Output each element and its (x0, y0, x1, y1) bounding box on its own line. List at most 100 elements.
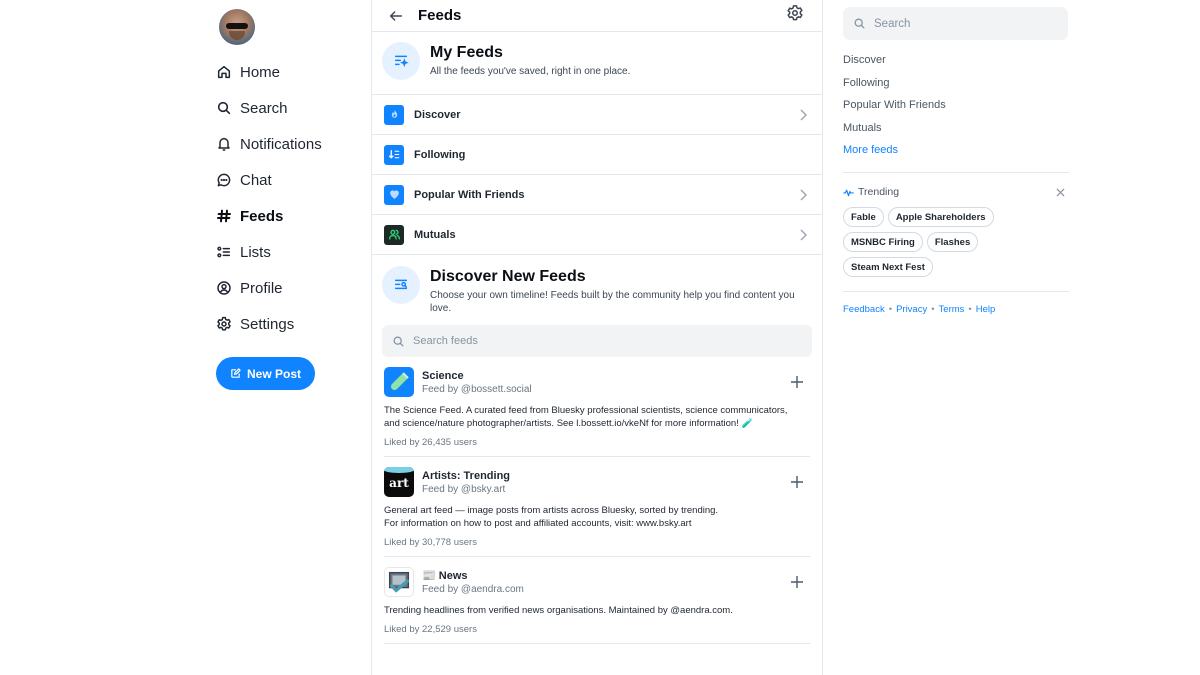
nav-item-profile[interactable]: Profile (216, 274, 283, 302)
footer-link-feedback[interactable]: Feedback (843, 304, 885, 315)
feed-row-mutuals[interactable]: Mutuals (372, 215, 822, 255)
discover-new-feeds-section: Discover New Feeds Choose your own timel… (372, 255, 822, 644)
trending-header: Trending (843, 186, 899, 198)
avatar[interactable] (219, 9, 255, 45)
close-icon[interactable] (1056, 188, 1065, 197)
trending-chip[interactable]: Fable (843, 207, 884, 227)
my-feeds-title: My Feeds (430, 44, 503, 61)
trending-label: Trending (858, 186, 900, 198)
back-arrow-icon[interactable] (388, 8, 404, 24)
feed-card-name: Science (422, 369, 464, 382)
right-link-following[interactable]: Following (843, 77, 889, 89)
feed-card-artists-trending[interactable]: art Artists: Trending Feed by @bsky.art … (384, 457, 810, 557)
search-placeholder: Search (874, 17, 911, 30)
divider (843, 291, 1069, 292)
footer-link-terms[interactable]: Terms (939, 304, 965, 315)
add-feed-icon[interactable] (790, 575, 804, 589)
right-link-popular[interactable]: Popular With Friends (843, 99, 946, 111)
feed-name: Following (414, 148, 466, 161)
trending-icon (843, 189, 854, 196)
feed-name: Mutuals (414, 228, 456, 241)
footer-links: Feedback • Privacy • Terms • Help (843, 304, 995, 315)
nav-item-chat[interactable]: Chat (216, 166, 272, 194)
avatar-glasses (226, 23, 248, 29)
divider (843, 172, 1069, 173)
trending-topics: Fable Apple Shareholders MSNBC Firing Fl… (843, 207, 1069, 277)
header: Feeds (372, 0, 822, 32)
my-feeds-icon (382, 42, 420, 80)
feeds-column: Feeds My Feeds All the feeds you've save… (371, 0, 823, 675)
settings-gear-icon[interactable] (786, 4, 804, 22)
nav-label: Chat (240, 171, 272, 189)
page-title: Feeds (418, 7, 462, 24)
feed-card-likes: Liked by 22,529 users (384, 624, 477, 635)
nav-item-home[interactable]: Home (216, 58, 280, 86)
feed-card-science[interactable]: Science Feed by @bossett.social The Scie… (384, 357, 810, 457)
right-link-mutuals[interactable]: Mutuals (843, 122, 882, 134)
new-post-label: New Post (246, 366, 301, 381)
feed-card-author[interactable]: Feed by @aendra.com (422, 583, 524, 596)
compose-icon (231, 368, 241, 378)
feed-row-following[interactable]: Following (372, 135, 822, 175)
footer-separator: • (968, 304, 972, 315)
search-feeds-placeholder: Search feeds (413, 335, 478, 347)
nav-label: Feeds (240, 207, 284, 225)
feed-card-likes: Liked by 30,778 users (384, 537, 477, 548)
footer-link-help[interactable]: Help (976, 304, 996, 315)
art-avatar-text: art (389, 476, 409, 490)
search-input[interactable]: Search (843, 7, 1068, 40)
chevron-right-icon (800, 189, 807, 201)
footer-link-privacy[interactable]: Privacy (896, 304, 927, 315)
feed-name: Popular With Friends (414, 188, 525, 201)
feed-row-discover[interactable]: Discover (372, 95, 822, 135)
search-icon (854, 18, 865, 29)
nav-item-feeds[interactable]: Feeds (216, 202, 283, 230)
nav-label: Lists (240, 243, 271, 261)
feed-card-name: Artists: Trending (422, 469, 511, 482)
right-link-discover[interactable]: Discover (843, 54, 886, 66)
nav-label: Search (240, 99, 288, 117)
nav-label: Profile (240, 279, 283, 297)
profile-icon (217, 281, 231, 295)
my-feeds-section: My Feeds All the feeds you've saved, rig… (372, 32, 822, 95)
footer-separator: • (931, 304, 935, 315)
feed-card-author[interactable]: Feed by @bsky.art (422, 483, 510, 496)
add-feed-icon[interactable] (790, 375, 804, 389)
footer-separator: • (888, 304, 893, 315)
feed-card-description: The Science Feed. A curated feed from Bl… (384, 405, 788, 429)
nav-item-search[interactable]: Search (216, 94, 288, 122)
nav-item-notifications[interactable]: Notifications (216, 130, 322, 158)
feed-card-likes: Liked by 26,435 users (384, 437, 477, 448)
more-feeds-link[interactable]: More feeds (843, 144, 898, 156)
trending-chip[interactable]: MSNBC Firing (843, 232, 923, 252)
art-feed-avatar: art (384, 467, 414, 497)
bell-icon (218, 137, 230, 151)
trending-chip[interactable]: Steam Next Fest (843, 257, 933, 277)
trending-chip[interactable]: Flashes (926, 232, 979, 252)
add-feed-icon[interactable] (790, 475, 804, 489)
discover-icon (384, 104, 404, 125)
news-feed-avatar (384, 567, 414, 597)
feed-row-popular-with-friends[interactable]: Popular With Friends (372, 175, 822, 215)
discover-title: Discover New Feeds (430, 268, 586, 285)
feed-name: Discover (414, 108, 461, 121)
gear-icon (217, 316, 231, 331)
new-post-button[interactable]: New Post (216, 357, 315, 390)
list-icon (217, 246, 231, 258)
nav-item-lists[interactable]: Lists (216, 238, 271, 266)
home-icon (217, 65, 231, 79)
trending-chip[interactable]: Apple Shareholders (887, 207, 994, 227)
hashtag-icon (217, 209, 231, 223)
nav-item-settings[interactable]: Settings (216, 310, 294, 338)
nav-label: Notifications (240, 135, 322, 153)
nav-label: Settings (240, 315, 295, 333)
feed-card-name: 📰 News (422, 569, 468, 582)
following-icon (384, 144, 404, 165)
search-feeds-input[interactable]: Search feeds (382, 325, 812, 357)
nav-label: Home (240, 63, 281, 81)
avatar-beard (229, 31, 245, 40)
feed-card-news[interactable]: 📰 News Feed by @aendra.com Trending head… (384, 557, 810, 644)
feed-card-description: General art feed — image posts from arti… (384, 505, 719, 529)
feed-card-author[interactable]: Feed by @bossett.social (422, 383, 532, 396)
discover-feeds-icon (382, 266, 420, 304)
